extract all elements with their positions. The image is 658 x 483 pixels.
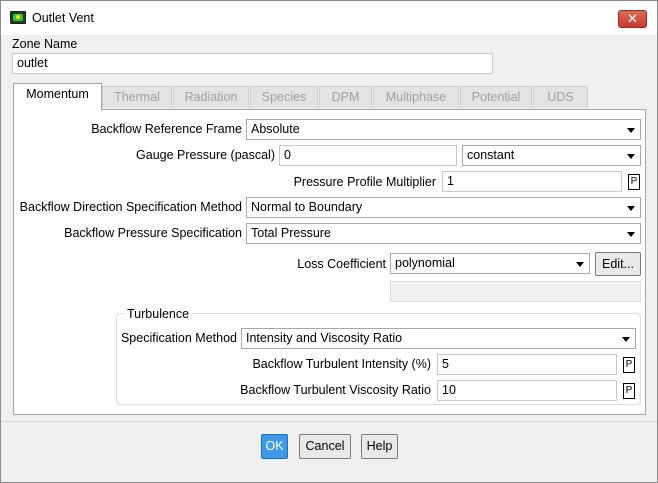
chevron-down-icon: [576, 262, 584, 267]
gauge-pressure-method-dropdown[interactable]: constant: [462, 145, 641, 166]
ok-button[interactable]: OK: [261, 434, 288, 459]
pressure-profile-multiplier-field[interactable]: 1: [442, 171, 622, 192]
gauge-pressure-field[interactable]: 0: [279, 145, 457, 166]
backflow-pressure-dropdown[interactable]: Total Pressure: [246, 223, 641, 244]
backflow-direction-label: Backflow Direction Specification Method: [19, 200, 242, 214]
dialog-window: Outlet Vent ✕ Zone Name outlet Momentum …: [0, 0, 658, 483]
chevron-down-icon: [627, 206, 635, 211]
tab-momentum[interactable]: Momentum: [13, 83, 102, 110]
tab-potential[interactable]: Potential: [460, 86, 532, 108]
loss-coefficient-disabled-field: [390, 281, 641, 302]
loss-coefficient-label: Loss Coefficient: [297, 257, 386, 271]
cancel-button[interactable]: Cancel: [299, 434, 351, 459]
tab-thermal[interactable]: Thermal: [102, 86, 172, 108]
loss-coefficient-value: polynomial: [395, 256, 455, 270]
window-title: Outlet Vent: [32, 11, 94, 25]
parameter-button[interactable]: P: [623, 383, 635, 399]
backflow-reference-frame-label: Backflow Reference Frame: [91, 122, 242, 136]
zone-name-field[interactable]: outlet: [12, 53, 493, 74]
chevron-down-icon: [622, 337, 630, 342]
tab-multiphase[interactable]: Multiphase: [373, 86, 459, 108]
tab-dpm[interactable]: DPM: [319, 86, 372, 108]
fluent-app-icon: [10, 11, 26, 24]
tab-radiation[interactable]: Radiation: [173, 86, 249, 108]
separator: [1, 421, 657, 422]
gauge-pressure-label: Gauge Pressure (pascal): [136, 148, 275, 162]
close-button[interactable]: ✕: [618, 10, 647, 28]
turbulent-intensity-field[interactable]: 5: [437, 354, 617, 375]
turbulent-intensity-label: Backflow Turbulent Intensity (%): [252, 357, 431, 371]
title-bar: Outlet Vent ✕: [1, 1, 657, 35]
chevron-down-icon: [627, 232, 635, 237]
zone-name-label: Zone Name: [12, 37, 78, 51]
backflow-direction-dropdown[interactable]: Normal to Boundary: [246, 197, 641, 218]
pressure-profile-multiplier-label: Pressure Profile Multiplier: [293, 175, 436, 189]
tab-uds[interactable]: UDS: [533, 86, 588, 108]
backflow-pressure-label: Backflow Pressure Specification: [64, 226, 242, 240]
loss-coefficient-dropdown[interactable]: polynomial: [390, 253, 590, 274]
backflow-reference-frame-value: Absolute: [251, 122, 300, 136]
help-button[interactable]: Help: [361, 434, 398, 459]
parameter-button[interactable]: P: [623, 357, 635, 373]
backflow-reference-frame-dropdown[interactable]: Absolute: [246, 119, 641, 140]
specification-method-label: Specification Method: [120, 331, 237, 345]
turbulent-viscosity-ratio-field[interactable]: 10: [437, 380, 617, 401]
chevron-down-icon: [627, 154, 635, 159]
parameter-button[interactable]: P: [628, 174, 640, 190]
backflow-pressure-value: Total Pressure: [251, 226, 331, 240]
backflow-direction-value: Normal to Boundary: [251, 200, 363, 214]
tab-species[interactable]: Species: [250, 86, 318, 108]
turbulent-viscosity-ratio-label: Backflow Turbulent Viscosity Ratio: [240, 383, 431, 397]
gauge-pressure-method-value: constant: [467, 148, 515, 162]
turbulence-group-title: Turbulence: [124, 307, 193, 321]
specification-method-dropdown[interactable]: Intensity and Viscosity Ratio: [241, 328, 636, 349]
edit-loss-coefficient-button[interactable]: Edit...: [595, 252, 641, 276]
chevron-down-icon: [627, 128, 635, 133]
specification-method-value: Intensity and Viscosity Ratio: [246, 331, 403, 345]
